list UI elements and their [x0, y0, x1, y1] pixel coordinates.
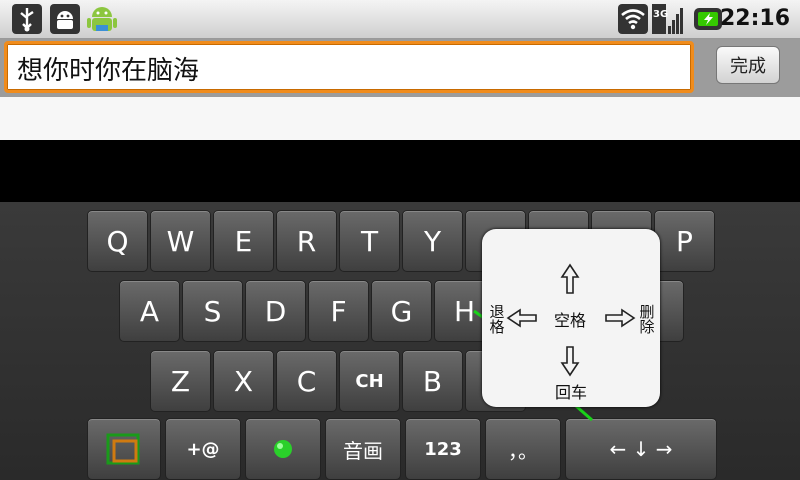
key-g[interactable]: G: [371, 280, 432, 342]
gesture-delete-label: 删除: [637, 304, 656, 334]
sound-picture-key[interactable]: 音画: [325, 418, 401, 480]
key-p[interactable]: P: [654, 210, 715, 272]
gesture-backspace-label: 退格: [487, 304, 506, 334]
numbers-key[interactable]: 123: [405, 418, 481, 480]
keyboard-switch-button[interactable]: [87, 418, 161, 480]
text-input-field[interactable]: 想你时你在脑海: [4, 41, 694, 93]
key-t[interactable]: T: [339, 210, 400, 272]
key-e[interactable]: E: [213, 210, 274, 272]
punctuation-key[interactable]: ，。: [485, 418, 561, 480]
key-d[interactable]: D: [245, 280, 306, 342]
green-gem-icon: [274, 440, 292, 458]
arrow-keys[interactable]: ← ↓ →: [565, 418, 717, 480]
gesture-popup: 空格 退格 删除 回车: [482, 229, 660, 407]
network-type-label: 3G: [653, 9, 668, 20]
key-q[interactable]: Q: [87, 210, 148, 272]
text-input-value: 想你时你在脑海: [17, 56, 200, 86]
arrow-up-icon: [560, 263, 580, 295]
arrow-left-icon: [506, 308, 538, 328]
key-x[interactable]: X: [213, 350, 274, 412]
key-r[interactable]: R: [276, 210, 337, 272]
arrow-down-icon: [560, 345, 580, 377]
android-notification-icon: [84, 1, 120, 37]
key-c[interactable]: C: [276, 350, 337, 412]
status-bar: 3G 22:16: [0, 0, 800, 39]
key-y[interactable]: Y: [402, 210, 463, 272]
key-f[interactable]: F: [308, 280, 369, 342]
gesture-enter-label: 回车: [554, 383, 587, 402]
keyboard-layout-icon: [106, 433, 140, 465]
emoji-key[interactable]: [245, 418, 321, 480]
key-z[interactable]: Z: [150, 350, 211, 412]
status-clock: 22:16: [719, 6, 790, 31]
usb-icon: [12, 4, 42, 34]
key-w[interactable]: W: [150, 210, 211, 272]
key-a[interactable]: A: [119, 280, 180, 342]
key-b[interactable]: B: [402, 350, 463, 412]
edit-bar: 想你时你在脑海 完成: [0, 39, 800, 97]
done-button[interactable]: 完成: [716, 46, 780, 84]
gesture-space-label: 空格: [553, 311, 586, 330]
divider-gap: [0, 140, 800, 202]
arrow-right-icon: [604, 308, 636, 328]
symbols-key[interactable]: +@: [165, 418, 241, 480]
signal-3g-icon: 3G: [652, 4, 686, 34]
android-debug-icon: [50, 4, 80, 34]
key-s[interactable]: S: [182, 280, 243, 342]
content-area: [0, 97, 800, 140]
key-ch[interactable]: CH: [339, 350, 400, 412]
wifi-icon: [618, 4, 648, 34]
